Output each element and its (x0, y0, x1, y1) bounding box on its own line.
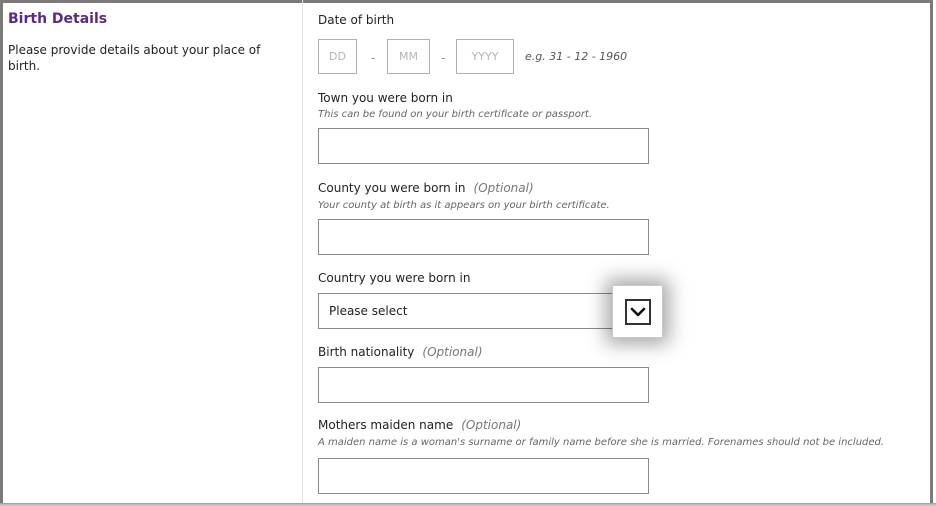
optional-tag: (Optional) (473, 181, 534, 195)
chevron-down-icon (624, 298, 651, 325)
dob-month-input[interactable]: MM (387, 39, 430, 74)
maiden-name-hint: A maiden name is a woman's surname or fa… (318, 437, 885, 448)
section-description: Please provide details about your place … (8, 43, 261, 73)
country-select[interactable]: Please select (318, 293, 649, 329)
country-dropdown-button[interactable] (612, 285, 663, 338)
county-hint: Your county at birth as it appears on yo… (318, 200, 610, 211)
dob-example: e.g. 31 - 12 - 1960 (525, 50, 628, 63)
section-title: Birth Details (8, 11, 108, 27)
country-label: Country you were born in (318, 271, 471, 285)
town-input[interactable] (318, 128, 649, 164)
dob-separator: - (371, 51, 376, 65)
dob-month-placeholder: MM (399, 50, 418, 63)
maiden-name-input[interactable] (318, 458, 649, 494)
county-input[interactable] (318, 219, 649, 255)
dob-year-input[interactable]: YYYY (456, 39, 514, 74)
nationality-label-text: Birth nationality (318, 345, 415, 359)
column-divider (302, 0, 303, 503)
nationality-input[interactable] (318, 367, 649, 403)
optional-tag: (Optional) (422, 345, 483, 359)
maiden-name-label: Mothers maiden name (Optional) (318, 418, 521, 432)
dob-day-placeholder: DD (329, 50, 346, 63)
optional-tag: (Optional) (461, 418, 522, 432)
dob-day-input[interactable]: DD (318, 39, 357, 74)
nationality-label: Birth nationality (Optional) (318, 345, 483, 359)
county-label-text: County you were born in (318, 181, 466, 195)
dob-label: Date of birth (318, 13, 395, 27)
county-label: County you were born in (Optional) (318, 181, 534, 195)
dob-separator: - (441, 51, 446, 65)
town-hint: This can be found on your birth certific… (318, 109, 593, 120)
maiden-name-label-text: Mothers maiden name (318, 418, 454, 432)
town-label: Town you were born in (318, 91, 453, 105)
dob-year-placeholder: YYYY (471, 50, 499, 63)
